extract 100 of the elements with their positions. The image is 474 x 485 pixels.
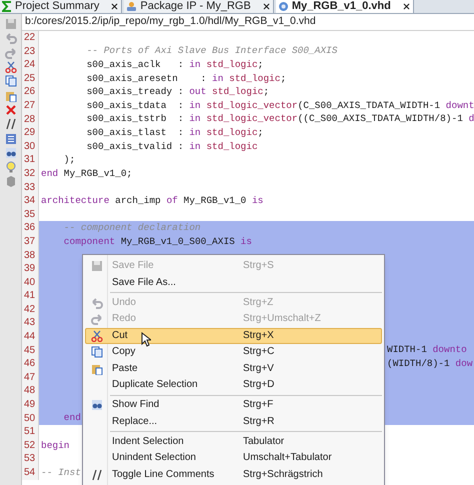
toolbar-button[interactable] bbox=[4, 118, 18, 130]
lightbulb-icon bbox=[4, 161, 16, 174]
menu-label: Paste bbox=[112, 362, 138, 375]
line-number: 24 bbox=[22, 58, 39, 72]
select-all-icon bbox=[4, 132, 16, 145]
toolbar-button[interactable] bbox=[4, 75, 18, 88]
code-line: (WIDTH/8)-1 dow bbox=[387, 358, 473, 370]
line-number: 38 bbox=[22, 248, 39, 262]
scissors-icon bbox=[4, 61, 16, 74]
menu-label: Replace... bbox=[112, 416, 158, 428]
redo-icon bbox=[91, 313, 103, 326]
line-number: 30 bbox=[22, 140, 39, 154]
line-number: 41 bbox=[22, 289, 39, 303]
tab-label: Package IP - My_RGB bbox=[140, 0, 251, 13]
line-number: 33 bbox=[22, 180, 39, 194]
line-number: 36 bbox=[22, 221, 39, 235]
menu-item[interactable]: Indent Selection Tabulator bbox=[85, 434, 382, 450]
code-line: s00_axis_tdata : in std_logic_vector(C_S00_AXIS_TDATA_WIDTH-1 downt bbox=[86, 100, 474, 112]
menu-item[interactable]: Duplicate Selection Strg+D bbox=[85, 377, 382, 394]
menu-shortcut: Umschalt+Tabulator bbox=[243, 452, 333, 464]
code-line: s00_axis_tready : out std_logic; bbox=[86, 86, 270, 98]
undo-icon bbox=[91, 296, 103, 309]
editor-tab[interactable]: Project Summary bbox=[0, 0, 122, 13]
menu-label: Undo bbox=[112, 296, 136, 309]
line-number: 42 bbox=[22, 302, 39, 316]
line-number: 40 bbox=[22, 276, 39, 290]
toolbar-button[interactable] bbox=[4, 89, 18, 102]
line-number: 39 bbox=[22, 262, 39, 276]
menu-shortcut: Strg+C bbox=[243, 346, 276, 358]
line-number: 26 bbox=[22, 85, 39, 99]
redo-icon bbox=[4, 46, 16, 59]
save-icon bbox=[91, 260, 103, 272]
line-number: 23 bbox=[22, 44, 39, 58]
code-line: s00_axis_tvalid : in std_logic bbox=[86, 140, 258, 153]
copy-icon bbox=[91, 346, 103, 358]
code-line: end My_RGB_v1_0; bbox=[41, 168, 132, 180]
line-number: 34 bbox=[22, 194, 39, 208]
undo-icon bbox=[4, 32, 16, 44]
line-number: 53 bbox=[22, 452, 39, 466]
menu-label: Unindent Selection bbox=[112, 452, 196, 464]
menu-shortcut: Strg+X bbox=[243, 330, 275, 342]
menu-label: Toggle Line Comments bbox=[112, 468, 214, 481]
code-line: -- Ports of Axi Slave Bus Interface S00_AXIS bbox=[86, 45, 338, 58]
line-number: 29 bbox=[22, 126, 39, 140]
line-number: 37 bbox=[22, 234, 39, 248]
menu-item[interactable]: Paste Strg+V bbox=[85, 360, 382, 377]
paste-icon bbox=[4, 90, 16, 102]
close-icon[interactable] bbox=[262, 2, 271, 11]
tab-label: Project Summary bbox=[15, 0, 100, 13]
menu-label: Save File As... bbox=[112, 276, 176, 289]
code-line: -- component declaration bbox=[62, 222, 201, 234]
toolbar-button[interactable] bbox=[4, 146, 18, 159]
code-line: architecture arch_imp of My_RGB_v1_0 is bbox=[41, 194, 264, 207]
menu-item[interactable]: Save File As... bbox=[85, 274, 382, 291]
editor-tab[interactable]: My_RGB_v1_0.vhd bbox=[276, 0, 414, 13]
menu-item[interactable]: Copy Strg+C bbox=[85, 344, 382, 360]
delete-icon bbox=[4, 104, 16, 116]
line-number: 45 bbox=[22, 344, 39, 358]
copy-icon bbox=[4, 75, 16, 88]
line-number: 44 bbox=[22, 330, 39, 344]
line-number: 48 bbox=[22, 384, 39, 398]
code-line: s00_axis_aresetn : in std_logic; bbox=[86, 72, 286, 85]
menu-label: Duplicate Selection bbox=[112, 379, 198, 392]
code-line: s00_axis_aclk : in std_logic; bbox=[86, 58, 264, 71]
code-line: s00_axis_tlast : in std_logic; bbox=[86, 126, 264, 139]
code-line: s00_axis_tstrb : in std_logic_vector((C_S00_AXIS_TDATA_WIDTH/8)-1 d bbox=[86, 113, 474, 126]
mouse-pointer-icon bbox=[141, 332, 151, 347]
line-number: 28 bbox=[22, 112, 39, 126]
line-number: 46 bbox=[22, 357, 39, 371]
menu-item[interactable]: Replace... Strg+R bbox=[85, 414, 382, 430]
menu-shortcut: Strg+V bbox=[243, 362, 275, 375]
line-number: 51 bbox=[22, 425, 39, 439]
line-number: 22 bbox=[22, 31, 39, 45]
menu-shortcut: Strg+S bbox=[243, 260, 275, 272]
line-number: 27 bbox=[22, 98, 39, 113]
toolbar-button[interactable] bbox=[4, 132, 18, 145]
save-icon bbox=[4, 18, 16, 30]
line-number: 35 bbox=[22, 208, 39, 222]
line-number: 52 bbox=[22, 438, 39, 452]
menu-item[interactable]: Unindent Selection Umschalt+Tabulator bbox=[85, 450, 382, 466]
tab-label: My_RGB_v1_0.vhd bbox=[292, 0, 391, 13]
menu-label: Indent Selection bbox=[112, 436, 184, 448]
menu-label: Show Find bbox=[112, 399, 160, 412]
paste-icon bbox=[91, 362, 103, 375]
menu-item[interactable]: Toggle Line Comments Strg+Schrägstrich bbox=[85, 466, 382, 483]
code-line: end bbox=[62, 412, 81, 424]
line-number: 31 bbox=[22, 153, 39, 167]
close-icon[interactable] bbox=[110, 2, 120, 11]
menu-item[interactable]: Show Find Strg+F bbox=[85, 397, 382, 414]
slashes-icon bbox=[91, 468, 103, 481]
editor-tab[interactable]: Package IP - My_RGB bbox=[124, 0, 274, 13]
menu-shortcut: Strg+R bbox=[243, 416, 276, 428]
close-icon[interactable] bbox=[402, 2, 411, 11]
slashes-icon bbox=[4, 118, 16, 130]
toolbar-button[interactable] bbox=[4, 60, 18, 74]
toolbar-button[interactable] bbox=[4, 104, 18, 116]
menu-shortcut: Strg+Schrägstrich bbox=[243, 468, 324, 481]
sigma-icon bbox=[2, 1, 12, 12]
menu-item[interactable]: Cut Strg+X bbox=[85, 328, 382, 344]
menu-label: Copy bbox=[112, 346, 136, 358]
